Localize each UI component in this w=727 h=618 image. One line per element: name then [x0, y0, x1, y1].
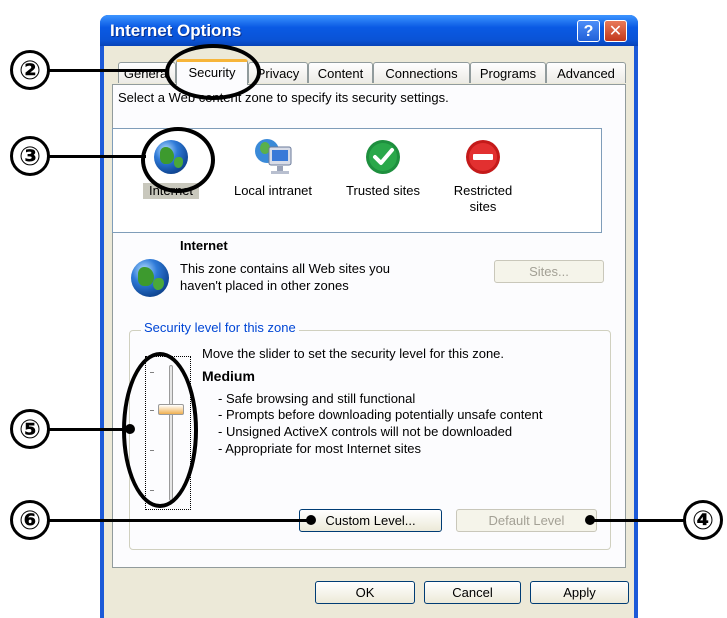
zone-label-restricted-sites: Restricted sites: [453, 183, 513, 214]
callout-dot: [306, 515, 316, 525]
zone-item-restricted-sites[interactable]: Restricted sites: [443, 137, 523, 227]
callout-line: [588, 519, 686, 522]
callout-dot: [125, 424, 135, 434]
zone-item-local-intranet[interactable]: Local intranet: [223, 137, 323, 209]
window-title: Internet Options: [110, 21, 242, 40]
callout-2: ②: [10, 50, 50, 90]
zone-label-trusted-sites: Trusted sites: [346, 183, 420, 198]
sites-button[interactable]: Sites...: [494, 260, 604, 283]
level-bullet: - Appropriate for most Internet sites: [218, 441, 422, 456]
callout-4: ④: [683, 500, 723, 540]
callout-line: [48, 69, 168, 72]
zone-description-line1: This zone contains all Web sites you: [180, 261, 391, 276]
level-bullet: - Unsigned ActiveX controls will not be …: [218, 424, 513, 439]
apply-button[interactable]: Apply: [530, 581, 629, 604]
zone-item-trusted-sites[interactable]: Trusted sites: [338, 137, 428, 209]
zone-description-line2: haven't placed in other zones: [180, 278, 349, 293]
callout-3: ③: [10, 136, 50, 176]
ok-button[interactable]: OK: [315, 581, 415, 604]
zone-label-local-intranet: Local intranet: [233, 183, 313, 198]
level-bullet: - Safe browsing and still functional: [218, 391, 416, 406]
callout-line: [48, 155, 146, 158]
cancel-button[interactable]: Cancel: [424, 581, 521, 604]
selected-zone-name: Internet: [180, 238, 228, 253]
level-bullet: - Prompts before downloading potentially…: [218, 407, 543, 422]
callout-line: [48, 428, 128, 431]
slider-instruction: Move the slider to set the security leve…: [202, 346, 505, 361]
selected-zone-globe-icon: [131, 259, 169, 297]
help-button[interactable]: ?: [577, 20, 600, 42]
tab-security[interactable]: Security: [176, 59, 248, 85]
zone-instruction: Select a Web content zone to specify its…: [118, 90, 449, 105]
annotation-circle-internet-zone: [141, 127, 215, 193]
checkmark-icon: [366, 140, 400, 174]
restricted-icon: [466, 140, 500, 174]
security-level-name: Medium: [202, 368, 255, 384]
callout-6: ⑥: [10, 500, 50, 540]
custom-level-button[interactable]: Custom Level...: [299, 509, 442, 532]
intranet-icon: [255, 139, 292, 174]
callout-line: [48, 519, 310, 522]
security-level-group-label: Security level for this zone: [141, 320, 299, 335]
default-level-button[interactable]: Default Level: [456, 509, 597, 532]
title-bar[interactable]: Internet Options ? ✕: [100, 15, 638, 46]
tab-content[interactable]: Content: [308, 62, 373, 83]
tab-advanced[interactable]: Advanced: [546, 62, 626, 83]
callout-5: ⑤: [10, 409, 50, 449]
tab-programs[interactable]: Programs: [470, 62, 546, 83]
close-button[interactable]: ✕: [604, 20, 627, 42]
tab-connections[interactable]: Connections: [373, 62, 470, 83]
callout-dot: [585, 515, 595, 525]
